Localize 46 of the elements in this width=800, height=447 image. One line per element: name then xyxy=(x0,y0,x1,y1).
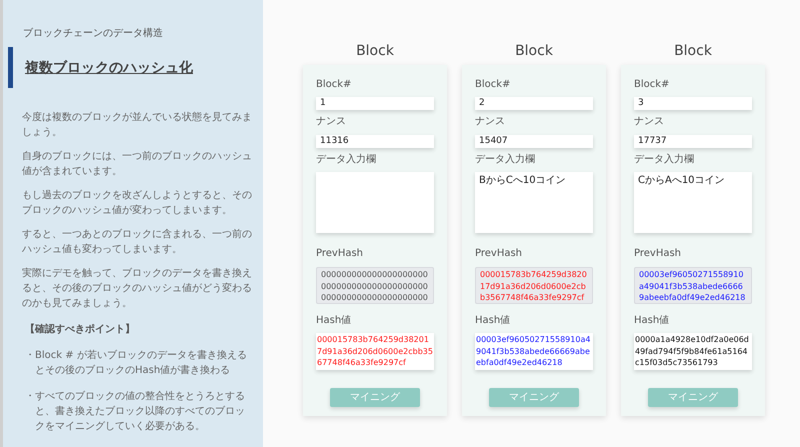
point-text: Block # が若いブロックのデータを書き換えるとその後のブロックのHash値が書き換わる xyxy=(35,348,248,378)
hash-field: 0000a1a4928e10df2a0e06d49fad794f5f9b84fe61a5164c15f03d5c73561793 xyxy=(634,333,752,370)
field-label: ナンス xyxy=(316,115,347,129)
field-label: Block# xyxy=(634,78,670,92)
body-paragraph: 今度は複数のブロックが並んでいる状態を見てみましょう。 xyxy=(22,110,253,140)
block-number-field[interactable]: 2 xyxy=(475,97,593,110)
field-label: Hash値 xyxy=(634,314,670,328)
body-paragraph: もし過去のブロックを改ざんしようとすると、そのブロックのハッシュ値が変わってしまいます。 xyxy=(22,188,253,218)
bullet-mark: ・ xyxy=(25,390,35,404)
block-title: Block xyxy=(356,42,394,60)
field-label: データ入力欄 xyxy=(316,153,377,167)
block-title: Block xyxy=(515,42,553,60)
field-label: ナンス xyxy=(634,115,665,129)
bullet-mark: ・ xyxy=(25,349,35,363)
title-accent-bar xyxy=(8,47,13,88)
field-label: Block# xyxy=(475,78,512,92)
data-field[interactable]: BからCへ10コイン xyxy=(475,172,593,233)
nonce-field[interactable]: 15407 xyxy=(475,135,593,148)
field-label: データ入力欄 xyxy=(634,153,695,167)
block-number-field[interactable]: 1 xyxy=(316,97,434,110)
body-paragraph: 自身のブロックには、一つ前のブロックのハッシュ値が含まれています。 xyxy=(22,150,253,179)
body-paragraph: すると、一つあとのブロックに含まれる、一つ前のハッシュ値も変わってしまいます。 xyxy=(22,228,253,257)
block-title: Block xyxy=(674,42,712,60)
field-label: Hash値 xyxy=(475,314,512,328)
hash-field: 000015783b764259d382017d91a36d206d0600e2cbb3567748f46a33fe9297cf xyxy=(316,333,434,370)
sidebar-subtitle: ブロックチェーンのデータ構造 xyxy=(23,27,164,41)
field-label: PrevHash xyxy=(634,247,682,261)
block-number-field[interactable]: 3 xyxy=(634,97,752,110)
field-label: データ入力欄 xyxy=(475,153,536,167)
body-paragraph: 実際にデモを触って、ブロックのデータを書き換えると、その後のブロックのハッシュ値がどう変わるのかも見てみましょう。 xyxy=(22,266,253,311)
field-label: PrevHash xyxy=(475,247,524,261)
page-title: 複数ブロックのハッシュ化 xyxy=(25,58,193,78)
nonce-field[interactable]: 11316 xyxy=(316,135,434,148)
field-label: ナンス xyxy=(475,115,506,129)
field-label: Hash値 xyxy=(316,314,352,328)
data-field[interactable] xyxy=(316,172,434,233)
field-label: Block# xyxy=(316,78,352,92)
hash-field: 00003ef96050271558910a49041f3b538abede66669abeebfa0df49e2ed46218 xyxy=(475,333,593,370)
nonce-field[interactable]: 17737 xyxy=(634,135,752,148)
prev-hash-field: 000000000000000000000000000000000000000000000000000000000000000 xyxy=(316,267,434,304)
prev-hash-field: 00003ef96050271558910a49041f3b538abede66669abeebfa0df49e2ed46218 xyxy=(634,267,752,304)
data-field[interactable]: CからAへ10コイン xyxy=(634,172,752,233)
points-heading: 【確認すべきポイント】 xyxy=(25,322,136,337)
prev-hash-field: 000015783b764259d382017d91a36d206d0600e2cbb3567748f46a33fe9297cf xyxy=(475,267,593,304)
field-label: PrevHash xyxy=(316,247,364,261)
point-text: すべてのブロックの値の整合性をとうろとすると、書き換えたブロック以降のすべてのブロックをマイニングしていく必要がある。 xyxy=(35,390,246,434)
